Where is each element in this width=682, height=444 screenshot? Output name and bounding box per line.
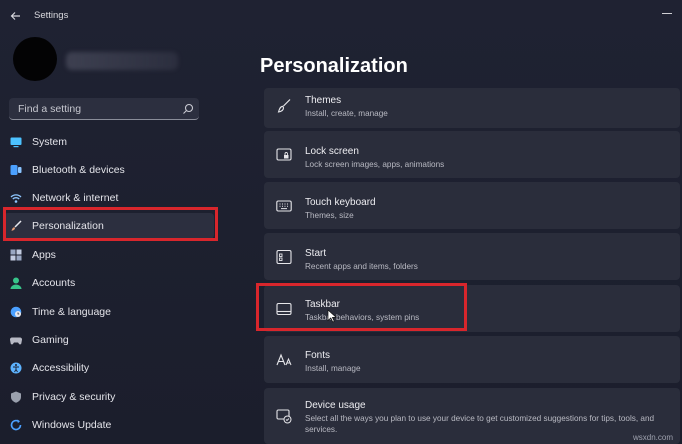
accessibility-icon — [10, 362, 22, 374]
sidebar-item-label: Gaming — [32, 334, 69, 346]
apps-icon — [10, 249, 22, 261]
card-subtitle: Select all the ways you plan to use your… — [305, 414, 655, 423]
sidebar-item-label: Apps — [32, 249, 56, 261]
sidebar-item-apps[interactable]: Apps — [4, 242, 214, 268]
wifi-icon — [10, 194, 22, 203]
sidebar-item-windows-update[interactable]: Windows Update — [4, 412, 214, 438]
minimize-button[interactable] — [662, 8, 672, 18]
watermark: wsxdn.com — [633, 433, 674, 442]
keyboard-icon — [276, 200, 292, 212]
card-subtitle: Lock screen images, apps, animations — [305, 160, 445, 169]
highlight-box-personalization — [3, 207, 218, 241]
card-subtitle-line2: services. — [305, 425, 338, 434]
sidebar-item-gaming[interactable]: Gaming — [4, 327, 214, 353]
bluetooth-icon — [10, 165, 22, 175]
title-bar: Settings — [0, 0, 682, 32]
avatar[interactable] — [13, 37, 57, 81]
sidebar-item-label: Network & internet — [32, 192, 119, 204]
sidebar-item-label: Windows Update — [32, 419, 112, 431]
mouse-cursor-icon — [327, 309, 337, 323]
card-lock-screen[interactable]: Lock screen Lock screen images, apps, an… — [264, 131, 680, 178]
highlight-box-taskbar — [256, 283, 467, 331]
card-title: Device usage — [305, 400, 366, 411]
sidebar-item-accessibility[interactable]: Accessibility — [4, 355, 214, 381]
profile-name-blurred — [66, 52, 178, 70]
globe-clock-icon — [10, 306, 22, 318]
sidebar-item-label: Accessibility — [32, 362, 90, 374]
update-icon — [10, 419, 22, 431]
search-icon[interactable] — [182, 103, 194, 115]
monitor-icon — [10, 137, 22, 148]
card-subtitle: Install, manage — [305, 364, 361, 373]
sidebar-item-privacy-security[interactable]: Privacy & security — [4, 384, 214, 410]
card-title: Touch keyboard — [305, 197, 376, 208]
sidebar-item-label: Time & language — [32, 306, 111, 318]
device-usage-icon — [276, 409, 292, 424]
sidebar-item-accounts[interactable]: Accounts — [4, 270, 214, 296]
card-fonts[interactable]: Fonts Install, manage — [264, 336, 680, 383]
card-title: Start — [305, 248, 327, 259]
gamepad-icon — [10, 337, 22, 345]
card-device-usage[interactable]: Device usage Select all the ways you pla… — [264, 388, 680, 444]
search-input[interactable]: Find a setting — [18, 103, 81, 115]
card-subtitle: Recent apps and items, folders — [305, 262, 418, 271]
card-themes[interactable]: Themes Install, create, manage — [264, 88, 680, 128]
start-icon — [276, 249, 292, 265]
page-title: Personalization — [260, 55, 408, 77]
back-arrow-icon[interactable] — [8, 8, 24, 24]
sidebar-item-system[interactable]: System — [4, 129, 214, 155]
fonts-icon — [276, 353, 292, 366]
sidebar-item-label: Privacy & security — [32, 391, 116, 403]
sidebar-item-time-language[interactable]: Time & language — [4, 299, 214, 325]
sidebar-item-bluetooth[interactable]: Bluetooth & devices — [4, 157, 214, 183]
sidebar-item-label: Bluetooth & devices — [32, 164, 125, 176]
sidebar-item-label: System — [32, 136, 68, 148]
lock-screen-icon — [276, 148, 292, 161]
card-subtitle: Install, create, manage — [305, 109, 388, 118]
sidebar-item-label: Accounts — [32, 277, 76, 289]
shield-icon — [11, 391, 21, 403]
window-title: Settings — [34, 10, 69, 21]
card-title: Themes — [305, 95, 342, 106]
card-title: Lock screen — [305, 146, 359, 157]
brush-icon — [277, 99, 291, 113]
card-touch-keyboard[interactable]: Touch keyboard Themes, size — [264, 182, 680, 229]
card-start[interactable]: Start Recent apps and items, folders — [264, 233, 680, 280]
settings-window: Settings Find a setting System Bluetooth… — [0, 0, 682, 444]
person-icon — [10, 277, 22, 289]
card-title: Fonts — [305, 350, 331, 361]
search-box[interactable]: Find a setting — [9, 98, 199, 120]
card-subtitle: Themes, size — [305, 211, 354, 220]
